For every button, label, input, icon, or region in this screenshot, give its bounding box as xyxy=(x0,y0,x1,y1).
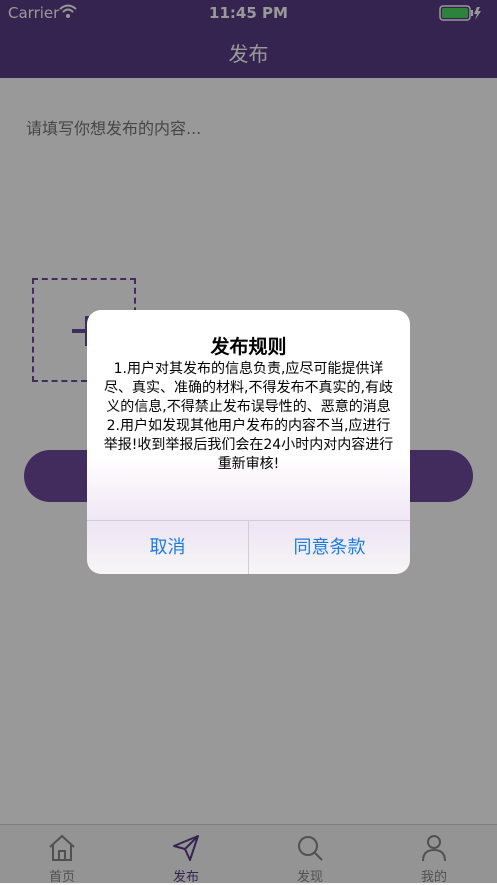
dialog-message: 1.用户对其发布的信息负责,应尽可能提供详尽、真实、准确的材料,不得发布不真实的… xyxy=(103,361,394,472)
dialog-title: 发布规则 xyxy=(210,336,287,358)
publish-rules-dialog: 发布规则 1.用户对其发布的信息负责,应尽可能提供详尽、真实、准确的材料,不得发… xyxy=(87,310,410,574)
cancel-button[interactable]: 取消 xyxy=(87,521,249,574)
dialog-actions: 取消 同意条款 xyxy=(87,520,410,574)
agree-terms-button[interactable]: 同意条款 xyxy=(249,521,410,574)
